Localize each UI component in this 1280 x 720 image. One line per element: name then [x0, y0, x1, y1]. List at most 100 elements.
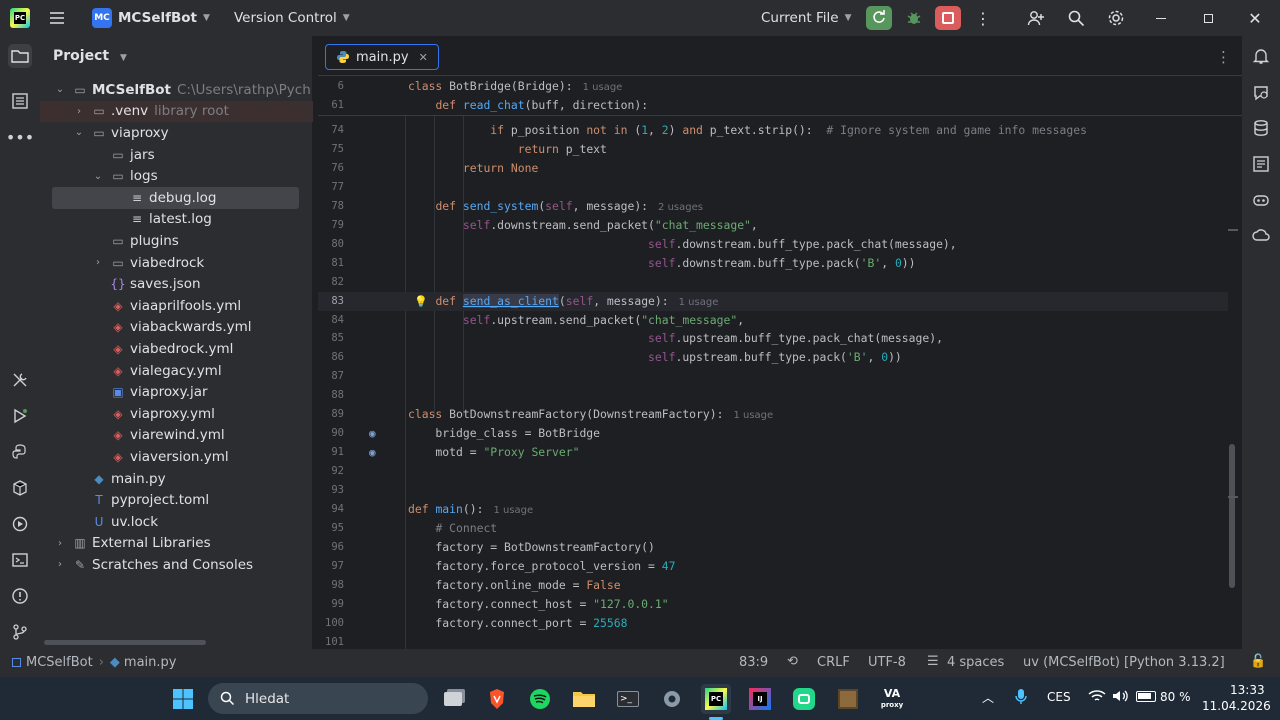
- tree-item[interactable]: › ▭ .venv library root: [40, 100, 313, 123]
- debug-button[interactable]: [901, 6, 927, 30]
- override-gutter-icon[interactable]: ◉: [369, 424, 376, 443]
- tree-item[interactable]: ⌄ ▭ viaproxy: [40, 122, 313, 144]
- windows-start-icon[interactable]: [168, 684, 198, 714]
- stop-button[interactable]: [935, 6, 961, 30]
- main-menu-icon[interactable]: [48, 9, 66, 31]
- code-line[interactable]: 82: [318, 273, 1228, 292]
- tree-item[interactable]: ▣ viaproxy.jar: [40, 381, 313, 403]
- code-line[interactable]: 90 ◉ bridge_class = BotBridge: [318, 424, 1228, 443]
- project-panel-header[interactable]: Project ▼: [53, 48, 127, 64]
- lock-icon[interactable]: 🔓: [1250, 654, 1266, 669]
- code-line[interactable]: 76 return None: [318, 159, 1228, 178]
- chevron-right-icon[interactable]: ›: [92, 257, 104, 268]
- code-line[interactable]: 97 factory.force_protocol_version = 47: [318, 557, 1228, 576]
- code-line[interactable]: 87: [318, 367, 1228, 386]
- restore-icon[interactable]: [1195, 6, 1221, 30]
- code-line[interactable]: 86 self.upstream.buff_type.pack('B', 0)): [318, 348, 1228, 367]
- minecraft-icon[interactable]: [833, 684, 863, 714]
- settings-gear-icon[interactable]: [1103, 6, 1129, 30]
- database-icon[interactable]: [1249, 116, 1273, 140]
- python-console-icon[interactable]: [8, 440, 32, 464]
- code-line[interactable]: 99 factory.connect_host = "127.0.0.1": [318, 595, 1228, 614]
- more-tools-icon[interactable]: •••: [6, 125, 34, 149]
- tree-item[interactable]: ≡ debug.log: [52, 187, 299, 209]
- brave-browser-icon[interactable]: [482, 684, 512, 714]
- sciview-icon[interactable]: [1249, 152, 1273, 176]
- tree-item[interactable]: {} saves.json: [40, 273, 313, 295]
- chat-app-icon[interactable]: [789, 684, 819, 714]
- tree-item[interactable]: Uuv.lock: [40, 511, 313, 533]
- breadcrumb-file[interactable]: main.py: [124, 655, 177, 670]
- terminal-icon[interactable]: [8, 548, 32, 572]
- file-explorer-icon[interactable]: [569, 684, 599, 714]
- services-icon[interactable]: [8, 512, 32, 536]
- project-selector[interactable]: MC MCSelfBot ▼: [92, 8, 210, 28]
- override-gutter-icon[interactable]: ◉: [369, 443, 376, 462]
- code-line[interactable]: 95 # Connect: [318, 519, 1228, 538]
- settings-app-icon[interactable]: [657, 684, 687, 714]
- rerun-button[interactable]: [866, 6, 892, 30]
- tree-item[interactable]: Tpyproject.toml: [40, 489, 313, 511]
- vcs-status-icon[interactable]: ⟲: [787, 654, 798, 669]
- chevron-down-icon[interactable]: ⌄: [92, 171, 104, 182]
- indent-setting[interactable]: 4 spaces: [947, 655, 1004, 670]
- tree-item[interactable]: ◈ vialegacy.yml: [40, 360, 313, 382]
- minimize-icon[interactable]: [1148, 6, 1174, 30]
- chevron-right-icon[interactable]: ›: [54, 559, 66, 570]
- volume-icon[interactable]: [1111, 689, 1129, 707]
- tree-item[interactable]: ⌄ ▭ MCSelfBot C:\Users\rathp\Pych: [40, 79, 313, 101]
- vertical-scrollbar[interactable]: [1229, 444, 1235, 588]
- code-line[interactable]: 81 self.downstream.buff_type.pack('B', 0…: [318, 254, 1228, 273]
- notifications-bell-icon[interactable]: [1249, 44, 1273, 68]
- tree-item[interactable]: ◈ viaversion.yml: [40, 446, 313, 468]
- clock-time[interactable]: 13:33: [1230, 683, 1265, 697]
- task-view-icon[interactable]: [438, 684, 468, 714]
- tree-item[interactable]: ◆ main.py: [40, 468, 313, 490]
- intellij-icon[interactable]: IJ: [745, 684, 775, 714]
- tree-item[interactable]: › ▭ viabedrock: [40, 252, 313, 274]
- code-line[interactable]: 89 class BotDownstreamFactory(DownstreamF…: [318, 405, 1228, 424]
- sticky-lines[interactable]: 6 class BotBridge(Bridge): 1 usage 61 def r…: [318, 76, 1242, 116]
- input-language[interactable]: CES: [1047, 690, 1071, 704]
- code-line[interactable]: 74 if p_position not in (1, 2) and p_tex…: [318, 121, 1228, 140]
- editor-more-icon[interactable]: ⋮: [1216, 48, 1231, 66]
- tray-expand-icon[interactable]: ︿: [982, 689, 994, 706]
- code-line[interactable]: 85 self.upstream.buff_type.pack_chat(mes…: [318, 329, 1228, 348]
- viaproxy-icon[interactable]: VA proxy: [877, 684, 907, 714]
- battery-icon[interactable]: [1136, 691, 1156, 702]
- code-line[interactable]: 91 ◉ motd = "Proxy Server": [318, 443, 1228, 462]
- close-tab-icon[interactable]: ✕: [419, 51, 428, 64]
- code-line[interactable]: 100 factory.connect_port = 25568: [318, 614, 1228, 633]
- pycharm-taskbar-icon[interactable]: PC: [701, 684, 731, 714]
- run-config-selector[interactable]: Current File ▼: [761, 10, 852, 26]
- code-line[interactable]: 78 def send_system(self, message): 2 usag…: [318, 197, 1228, 216]
- tree-item[interactable]: ≡ latest.log: [40, 209, 313, 231]
- tree-item[interactable]: ◈ viarewind.yml: [40, 425, 313, 447]
- code-line[interactable]: 88: [318, 386, 1228, 405]
- project-folder-icon[interactable]: [8, 44, 32, 68]
- microphone-icon[interactable]: [1015, 688, 1027, 710]
- pycharm-logo-icon[interactable]: PC: [10, 8, 30, 28]
- python-interpreter[interactable]: uv (MCSelfBot) [Python 3.13.2]: [1023, 655, 1225, 670]
- code-line[interactable]: 98 factory.online_mode = False: [318, 576, 1228, 595]
- copilot-icon[interactable]: [1249, 188, 1273, 212]
- code-line[interactable]: 79 self.downstream.send_packet("chat_mes…: [318, 216, 1228, 235]
- wifi-icon[interactable]: [1088, 689, 1106, 707]
- line-separator[interactable]: CRLF: [817, 655, 850, 670]
- code-line[interactable]: 101: [318, 633, 1228, 649]
- code-line[interactable]: 75 return p_text: [318, 140, 1228, 159]
- breadcrumb-project[interactable]: MCSelfBot: [26, 655, 93, 670]
- code-line[interactable]: 92: [318, 462, 1228, 481]
- code-line[interactable]: 93: [318, 481, 1228, 500]
- search-icon[interactable]: [1063, 6, 1089, 30]
- ai-assistant-icon[interactable]: [1249, 81, 1273, 105]
- tree-item[interactable]: › ✎ Scratches and Consoles: [40, 554, 313, 576]
- vcs-selector[interactable]: Version Control ▼: [234, 10, 350, 26]
- file-encoding[interactable]: UTF-8: [868, 655, 906, 670]
- chevron-right-icon[interactable]: ›: [54, 538, 66, 549]
- code-line[interactable]: 94 def main(): 1 usage: [318, 500, 1228, 519]
- code-line[interactable]: 96 factory = BotDownstreamFactory(): [318, 538, 1228, 557]
- problems-icon[interactable]: [8, 584, 32, 608]
- chevron-down-icon[interactable]: ⌄: [73, 127, 85, 138]
- python-packages-icon[interactable]: [8, 476, 32, 500]
